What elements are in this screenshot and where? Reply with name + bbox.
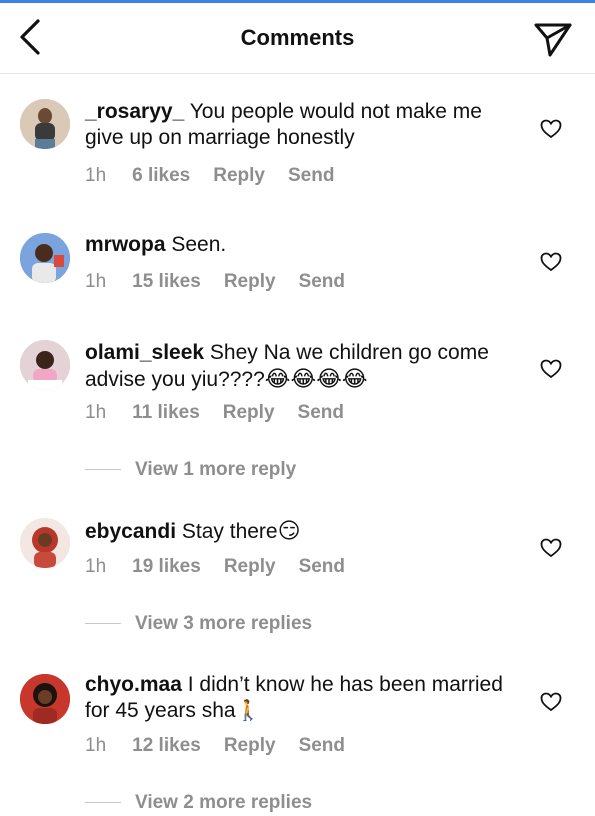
avatar[interactable] bbox=[20, 99, 70, 149]
view-replies-label: View 2 more replies bbox=[135, 792, 313, 813]
reply-button[interactable]: Reply bbox=[224, 271, 276, 293]
send-comment-button[interactable]: Send bbox=[299, 556, 345, 578]
reply-button[interactable]: Reply bbox=[213, 165, 265, 187]
likes-count[interactable]: 19 likes bbox=[132, 556, 201, 578]
comment-meta: 1h 11 likes Reply Send bbox=[85, 402, 367, 424]
heart-outline-icon bbox=[540, 119, 562, 139]
comment-username[interactable]: ebycandi bbox=[85, 520, 176, 543]
avatar[interactable] bbox=[20, 233, 70, 283]
comments-header: Comments bbox=[0, 3, 595, 74]
comment-time: 1h bbox=[85, 735, 107, 756]
view-more-replies[interactable]: View 3 more replies bbox=[85, 613, 312, 637]
reply-button[interactable]: Reply bbox=[223, 402, 275, 424]
comment-username[interactable]: olami_sleek bbox=[85, 341, 204, 364]
comment-time: 1h bbox=[85, 165, 107, 186]
comment-meta: 1h 19 likes Reply Send bbox=[85, 556, 368, 578]
comment-meta: 1h 12 likes Reply Send bbox=[85, 735, 368, 757]
comment-time: 1h bbox=[85, 402, 107, 423]
likes-count[interactable]: 6 likes bbox=[132, 165, 190, 187]
comment-username[interactable]: _rosaryy_ bbox=[85, 100, 184, 123]
comment-text: ebycandi Stay there😏 bbox=[85, 518, 505, 545]
comment-meta: 1h 15 likes Reply Send bbox=[85, 271, 368, 293]
like-button[interactable] bbox=[540, 252, 562, 272]
heart-outline-icon bbox=[540, 538, 562, 558]
reply-button[interactable]: Reply bbox=[224, 556, 276, 578]
comment-time: 1h bbox=[85, 271, 107, 292]
comment-body: Seen. bbox=[165, 233, 227, 256]
divider-line bbox=[85, 623, 121, 625]
heart-outline-icon bbox=[540, 252, 562, 272]
smirk-emoji: 😏 bbox=[277, 518, 301, 543]
send-comment-button[interactable]: Send bbox=[299, 735, 345, 757]
likes-count[interactable]: 15 likes bbox=[132, 271, 201, 293]
walking-emoji: 🚶 bbox=[235, 700, 261, 722]
likes-count[interactable]: 12 likes bbox=[132, 735, 201, 757]
like-button[interactable] bbox=[540, 119, 562, 139]
heart-outline-icon bbox=[540, 692, 562, 712]
comment-username[interactable]: mrwopa bbox=[85, 233, 166, 256]
send-comment-button[interactable]: Send bbox=[288, 165, 334, 187]
heart-outline-icon bbox=[540, 359, 562, 379]
view-replies-label: View 1 more reply bbox=[135, 459, 297, 480]
comment-text: chyo.maa I didn’t know he has been marri… bbox=[85, 672, 505, 724]
comment-username[interactable]: chyo.maa bbox=[85, 673, 182, 696]
divider-line bbox=[85, 802, 121, 804]
like-button[interactable] bbox=[540, 692, 562, 712]
comment-text: olami_sleek Shey Na we children go come … bbox=[85, 340, 505, 393]
laughing-emoji: 😂😂😂😂 bbox=[264, 366, 368, 391]
view-more-replies[interactable]: View 1 more reply bbox=[85, 459, 296, 483]
paper-plane-icon bbox=[534, 23, 572, 57]
reply-button[interactable]: Reply bbox=[224, 735, 276, 757]
divider-line bbox=[85, 469, 121, 471]
avatar[interactable] bbox=[20, 518, 70, 568]
avatar[interactable] bbox=[20, 340, 70, 390]
comment-text: _rosaryy_ You people would not make me g… bbox=[85, 99, 505, 151]
comment-body: Stay there bbox=[176, 520, 278, 543]
comment-text: mrwopa Seen. bbox=[85, 232, 505, 258]
send-button[interactable] bbox=[533, 19, 573, 59]
comment-time: 1h bbox=[85, 556, 107, 577]
like-button[interactable] bbox=[540, 538, 562, 558]
likes-count[interactable]: 11 likes bbox=[132, 402, 200, 424]
view-replies-label: View 3 more replies bbox=[135, 613, 313, 634]
send-comment-button[interactable]: Send bbox=[299, 271, 345, 293]
view-more-replies[interactable]: View 2 more replies bbox=[85, 792, 312, 816]
avatar[interactable] bbox=[20, 674, 70, 724]
comment-meta: 1h 6 likes Reply Send bbox=[85, 165, 357, 187]
like-button[interactable] bbox=[540, 359, 562, 379]
send-comment-button[interactable]: Send bbox=[298, 402, 344, 424]
page-title: Comments bbox=[240, 25, 355, 50]
